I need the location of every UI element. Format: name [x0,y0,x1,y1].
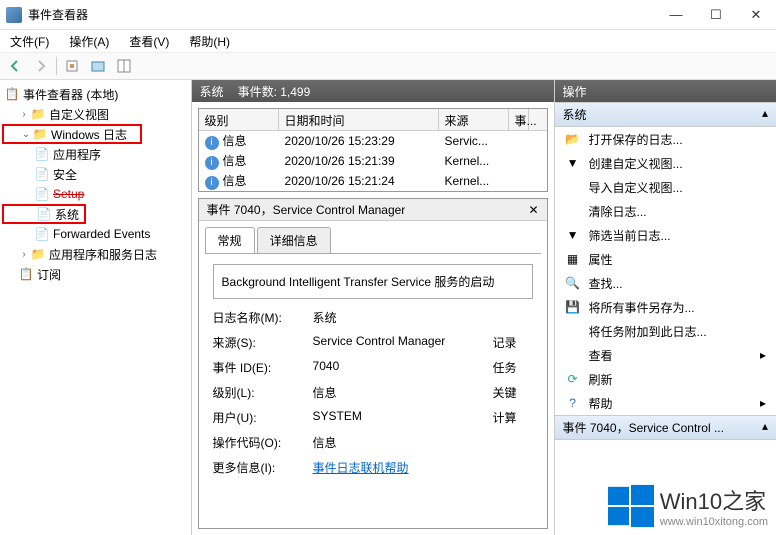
menu-action[interactable]: 操作(A) [65,31,113,52]
folder-open-icon: 📂 [565,131,581,147]
col-level[interactable]: 级别 [199,109,279,130]
tree-application[interactable]: 📄应用程序 [2,144,189,164]
detail-panel: 事件 7040，Service Control Manager ✕ 常规 详细信… [198,198,548,529]
properties-icon: ▦ [565,251,581,267]
col-datetime[interactable]: 日期和时间 [279,109,439,130]
info-icon: i [205,136,219,150]
prop-label: 更多信息(I): [213,459,313,476]
menu-file[interactable]: 文件(F) [6,31,53,52]
col-source[interactable]: 来源 [439,109,509,130]
titlebar: 事件查看器 — ☐ ✕ [0,0,776,30]
toolbar [0,52,776,80]
grid-header: 级别 日期和时间 来源 事... [199,109,547,131]
tree-root[interactable]: 📋事件查看器 (本地) [2,84,189,104]
chevron-right-icon: ▸ [760,348,766,362]
prop-label: 级别(L): [213,384,313,401]
action-properties[interactable]: ▦属性 [555,247,776,271]
tab-general[interactable]: 常规 [205,227,255,253]
action-clear-log[interactable]: 清除日志... [555,199,776,223]
help-icon: ? [565,395,581,411]
table-row[interactable]: i信息2020/10/26 15:23:29Servic... [199,131,547,151]
actions-panel: 操作 系统▴ 📂打开保存的日志... ▼创建自定义视图... 导入自定义视图..… [555,80,776,535]
table-row[interactable]: i信息2020/10/26 15:21:39Kernel... [199,151,547,171]
toolbar-icon-3[interactable] [113,55,135,77]
detail-title: 事件 7040，Service Control Manager [207,201,406,218]
col-eventid[interactable]: 事... [509,109,529,130]
minimize-button[interactable]: — [656,0,696,30]
center-count: 事件数: 1,499 [238,83,311,100]
action-attach-task[interactable]: 将任务附加到此日志... [555,319,776,343]
action-help[interactable]: ?帮助▸ [555,391,776,415]
center-title: 系统 [200,83,224,100]
actions-header: 操作 [555,80,776,102]
detail-close-icon[interactable]: ✕ [528,203,538,217]
collapse-icon: ▴ [762,419,768,436]
app-icon [6,7,22,23]
save-icon: 💾 [565,299,581,315]
actions-group-event[interactable]: 事件 7040，Service Control ...▴ [555,415,776,440]
table-row[interactable]: i信息2020/10/26 15:21:24Kernel... [199,171,547,191]
search-icon: 🔍 [565,275,581,291]
action-filter[interactable]: ▼筛选当前日志... [555,223,776,247]
menubar: 文件(F) 操作(A) 查看(V) 帮助(H) [0,30,776,52]
event-grid: 级别 日期和时间 来源 事... i信息2020/10/26 15:23:29S… [198,108,548,192]
action-import-view[interactable]: 导入自定义视图... [555,175,776,199]
info-icon: i [205,156,219,170]
filter-icon: ▼ [565,155,581,171]
window-title: 事件查看器 [28,6,656,23]
tree-subscriptions[interactable]: 📋订阅 [2,264,189,284]
watermark: Win10之家 www.win10xitong.com [604,481,772,531]
watermark-url: www.win10xitong.com [660,516,768,528]
action-save-as[interactable]: 💾将所有事件另存为... [555,295,776,319]
menu-help[interactable]: 帮助(H) [185,31,234,52]
action-refresh[interactable]: ⟳刷新 [555,367,776,391]
collapse-icon: ▴ [762,106,768,123]
detail-properties: 日志名称(M):系统 来源(S):Service Control Manager… [213,309,533,476]
tab-details[interactable]: 详细信息 [257,227,331,253]
menu-view[interactable]: 查看(V) [125,31,173,52]
more-info-link[interactable]: 事件日志联机帮助 [313,459,493,476]
action-open-saved[interactable]: 📂打开保存的日志... [555,127,776,151]
actions-group-system[interactable]: 系统▴ [555,102,776,127]
forward-button[interactable] [30,55,52,77]
filter-icon: ▼ [565,227,581,243]
tree-windows-logs[interactable]: ⌄📁Windows 日志 [2,124,142,144]
tree-custom-views[interactable]: ›📁自定义视图 [2,104,189,124]
refresh-icon: ⟳ [565,371,581,387]
info-icon: i [205,176,219,190]
tree-app-service-logs[interactable]: ›📁应用程序和服务日志 [2,244,189,264]
tree-security[interactable]: 📄安全 [2,164,189,184]
toolbar-icon-1[interactable] [61,55,83,77]
prop-label: 日志名称(M): [213,309,313,326]
tree-forwarded[interactable]: 📄Forwarded Events [2,224,189,244]
tree-setup[interactable]: 📄Setup [2,184,189,204]
watermark-text: Win10之家 [660,484,768,516]
action-create-view[interactable]: ▼创建自定义视图... [555,151,776,175]
detail-message: Background Intelligent Transfer Service … [213,264,533,299]
center-panel: 系统 事件数: 1,499 级别 日期和时间 来源 事... i信息2020/1… [192,80,555,535]
chevron-right-icon: ▸ [760,396,766,410]
toolbar-icon-2[interactable] [87,55,109,77]
tree-panel: 📋事件查看器 (本地) ›📁自定义视图 ⌄📁Windows 日志 📄应用程序 📄… [0,80,192,535]
action-find[interactable]: 🔍查找... [555,271,776,295]
tree-system[interactable]: 📄系统 [2,204,86,224]
prop-label: 用户(U): [213,409,313,426]
windows-logo-icon [608,483,654,529]
prop-label: 来源(S): [213,334,313,351]
action-view[interactable]: 查看▸ [555,343,776,367]
close-button[interactable]: ✕ [736,0,776,30]
prop-label: 操作代码(O): [213,434,313,451]
back-button[interactable] [4,55,26,77]
center-header: 系统 事件数: 1,499 [192,80,554,102]
prop-label: 事件 ID(E): [213,359,313,376]
maximize-button[interactable]: ☐ [696,0,736,30]
